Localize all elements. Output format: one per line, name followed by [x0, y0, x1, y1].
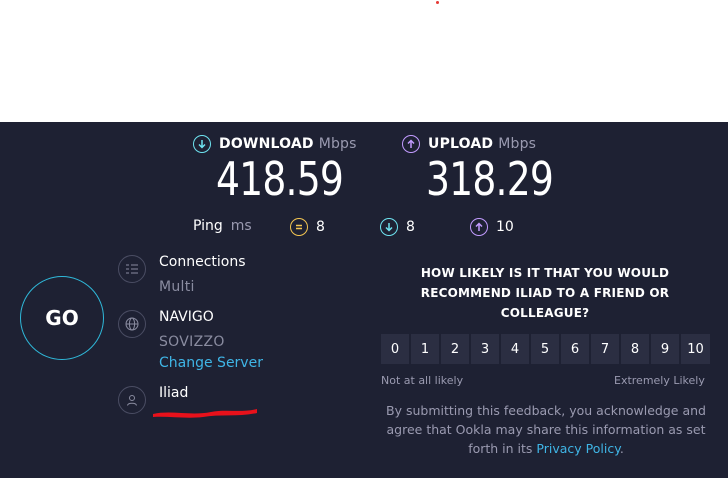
- connections-icon: [118, 255, 146, 283]
- upload-value: 318.29: [426, 152, 554, 206]
- ping-unit: ms: [230, 218, 252, 234]
- rating-option-4[interactable]: 4: [501, 334, 529, 364]
- rating-option-5[interactable]: 5: [531, 334, 559, 364]
- ping-download-arrow-icon: [380, 218, 398, 236]
- speedtest-result-panel: DOWNLOAD Mbps 418.59 UPLOAD Mbps 318.29 …: [0, 122, 728, 478]
- ping-label-group: Ping ms: [193, 218, 252, 234]
- ping-idle-value: 8: [316, 219, 325, 235]
- rating-option-1[interactable]: 1: [411, 334, 439, 364]
- ping-download: 8: [380, 218, 415, 236]
- rating-option-3[interactable]: 3: [471, 334, 499, 364]
- rating-option-9[interactable]: 9: [651, 334, 679, 364]
- rating-option-6[interactable]: 6: [561, 334, 589, 364]
- go-button[interactable]: GO: [20, 276, 104, 360]
- disclaimer-period: .: [619, 441, 624, 456]
- user-icon: [118, 386, 146, 414]
- change-server-link[interactable]: Change Server: [159, 355, 263, 371]
- rating-option-10[interactable]: 10: [681, 334, 710, 364]
- ping-jitter-icon: [290, 218, 308, 236]
- download-value: 418.59: [216, 152, 344, 206]
- page-top-blank: [0, 0, 728, 122]
- provider-name: Iliad: [159, 385, 189, 401]
- server-location: SOVIZZO: [159, 334, 225, 350]
- ping-idle: 8: [290, 218, 325, 236]
- download-header: DOWNLOAD Mbps: [193, 135, 357, 153]
- upload-header: UPLOAD Mbps: [402, 135, 536, 153]
- rating-option-2[interactable]: 2: [441, 334, 469, 364]
- download-unit: Mbps: [318, 136, 357, 152]
- survey-question: HOW LIKELY IS IT THAT YOU WOULD RECOMMEN…: [420, 266, 670, 320]
- ping-upload-arrow-icon: [470, 218, 488, 236]
- connections-title: Connections: [159, 254, 246, 270]
- ping-download-value: 8: [406, 219, 415, 235]
- redaction-scribble: [153, 409, 257, 418]
- feedback-disclaimer: By submitting this feedback, you acknowl…: [380, 401, 712, 458]
- upload-label: UPLOAD: [428, 136, 494, 152]
- ping-upload: 10: [470, 218, 514, 236]
- connections-value[interactable]: Multi: [159, 279, 195, 295]
- privacy-policy-link[interactable]: Privacy Policy: [536, 441, 619, 456]
- download-arrow-icon: [193, 135, 211, 153]
- ping-label: Ping: [193, 218, 223, 234]
- upload-unit: Mbps: [498, 136, 537, 152]
- rating-option-0[interactable]: 0: [381, 334, 409, 364]
- red-dot-mark: [436, 1, 439, 4]
- download-label: DOWNLOAD: [219, 136, 314, 152]
- upload-arrow-icon: [402, 135, 420, 153]
- globe-icon: [118, 310, 146, 338]
- ping-upload-value: 10: [496, 219, 514, 235]
- rating-scale: 0 1 2 3 4 5 6 7 8 9 10: [381, 334, 710, 364]
- rating-low-label: Not at all likely: [381, 374, 464, 387]
- rating-high-label: Extremely Likely: [614, 374, 705, 387]
- server-name: NAVIGO: [159, 309, 214, 325]
- rating-option-8[interactable]: 8: [621, 334, 649, 364]
- rating-option-7[interactable]: 7: [591, 334, 619, 364]
